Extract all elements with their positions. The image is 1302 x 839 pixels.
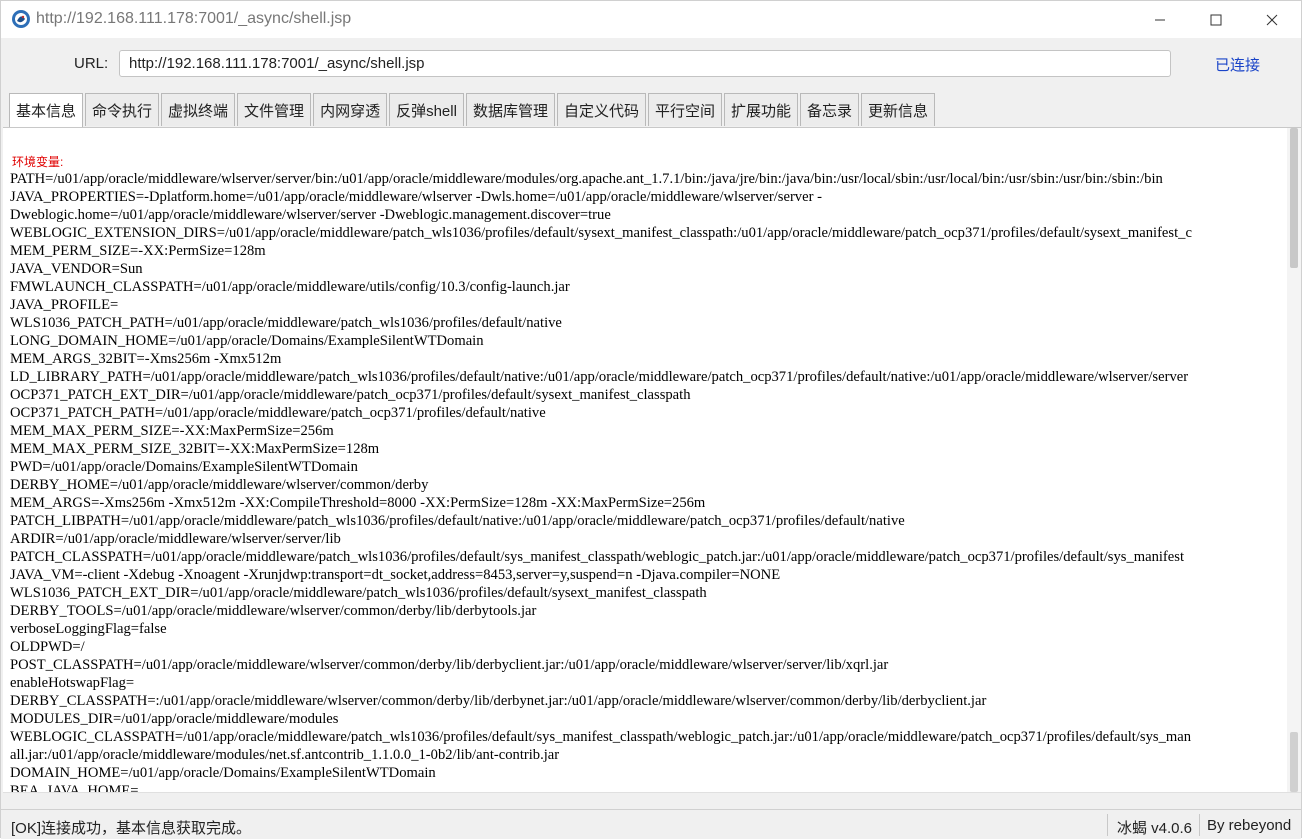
scrollbar-thumb[interactable]	[1290, 128, 1298, 268]
tab-7[interactable]: 自定义代码	[556, 93, 646, 126]
env-var-line: WLS1036_PATCH_EXT_DIR=/u01/app/oracle/mi…	[10, 585, 707, 601]
env-var-line: JAVA_PROPERTIES=-Dplatform.home=/u01/app…	[10, 189, 822, 205]
tab-10[interactable]: 备忘录	[800, 93, 860, 126]
title-bar[interactable]: http://192.168.111.178:7001/_async/shell…	[1, 1, 1301, 38]
env-vars-list: PATH=/u01/app/oracle/middleware/wlserver…	[10, 170, 1290, 808]
tab-3[interactable]: 文件管理	[237, 93, 312, 126]
url-label: URL:	[74, 55, 109, 72]
env-var-line: MEM_MAX_PERM_SIZE_32BIT=-XX:MaxPermSize=…	[10, 441, 380, 457]
tab-1[interactable]: 命令执行	[85, 93, 160, 126]
author-label: By rebeyond	[1207, 817, 1292, 834]
env-var-line: all.jar:/u01/app/oracle/middleware/modul…	[10, 747, 560, 763]
close-button[interactable]	[1243, 1, 1301, 38]
tab-5[interactable]: 反弹shell	[389, 93, 464, 126]
close-icon	[1266, 14, 1278, 25]
vertical-scrollbar[interactable]	[1287, 128, 1301, 792]
env-var-line: LONG_DOMAIN_HOME=/u01/app/oracle/Domains…	[10, 333, 484, 349]
env-var-line: POST_CLASSPATH=/u01/app/oracle/middlewar…	[10, 657, 889, 673]
env-var-line: PATCH_LIBPATH=/u01/app/oracle/middleware…	[10, 513, 905, 529]
tab-2[interactable]: 虚拟终端	[161, 93, 236, 126]
maximize-icon	[1210, 14, 1222, 25]
env-var-line: DERBY_HOME=/u01/app/oracle/middleware/wl…	[10, 477, 429, 493]
env-var-line: MODULES_DIR=/u01/app/oracle/middleware/m…	[10, 711, 339, 727]
env-var-line: DERBY_CLASSPATH=:/u01/app/oracle/middlew…	[10, 693, 987, 709]
env-var-line: JAVA_VM=-client -Xdebug -Xnoagent -Xrunj…	[10, 567, 781, 583]
connection-status: 已连接	[1215, 57, 1261, 74]
version-label: 冰蝎 v4.0.6	[1117, 820, 1193, 837]
status-divider	[1199, 814, 1200, 836]
env-var-line: enableHotswapFlag=	[10, 675, 135, 691]
url-input[interactable]	[119, 50, 1171, 77]
env-var-line: DOMAIN_HOME=/u01/app/oracle/Domains/Exam…	[10, 765, 436, 781]
scrollbar-thumb-lower[interactable]	[1290, 732, 1298, 792]
env-var-line: MEM_PERM_SIZE=-XX:PermSize=128m	[10, 243, 266, 259]
env-var-line: MEM_MAX_PERM_SIZE=-XX:MaxPermSize=256m	[10, 423, 334, 439]
env-var-line: OCP371_PATCH_EXT_DIR=/u01/app/oracle/mid…	[10, 387, 691, 403]
tab-8[interactable]: 平行空间	[647, 93, 722, 126]
env-var-line: JAVA_VENDOR=Sun	[10, 261, 143, 277]
scorpion-app-icon	[12, 10, 30, 28]
tab-4[interactable]: 内网穿透	[313, 93, 388, 126]
env-var-line: WEBLOGIC_CLASSPATH=/u01/app/oracle/middl…	[10, 729, 1191, 745]
env-var-line: LD_LIBRARY_PATH=/u01/app/oracle/middlewa…	[10, 369, 1189, 385]
app-window: http://192.168.111.178:7001/_async/shell…	[0, 0, 1302, 839]
tab-bar: 基本信息 命令执行 虚拟终端 文件管理 内网穿透 反弹shell 数据库管理 自定义代码 平行空…	[9, 93, 937, 127]
tab-11[interactable]: 更新信息	[861, 93, 936, 126]
status-divider	[1107, 814, 1108, 836]
info-panel: 环境变量: PATH=/u01/app/oracle/middleware/wl…	[3, 127, 1301, 808]
tab-6[interactable]: 数据库管理	[465, 93, 555, 126]
env-var-line: PATH=/u01/app/oracle/middleware/wlserver…	[10, 171, 1163, 187]
env-var-line: PATCH_CLASSPATH=/u01/app/oracle/middlewa…	[10, 549, 1184, 565]
env-var-line: OCP371_PATCH_PATH=/u01/app/oracle/middle…	[10, 405, 546, 421]
url-row: URL: 已连接	[1, 38, 1301, 90]
env-var-line: MEM_ARGS_32BIT=-Xms256m -Xmx512m	[10, 351, 282, 367]
minimize-button[interactable]	[1131, 1, 1189, 38]
env-var-line: Dweblogic.home=/u01/app/oracle/middlewar…	[10, 207, 611, 223]
tab-9[interactable]: 扩展功能	[723, 93, 798, 126]
maximize-button[interactable]	[1187, 1, 1245, 38]
env-var-line: ARDIR=/u01/app/oracle/middleware/wlserve…	[10, 531, 341, 547]
env-var-line: verboseLoggingFlag=false	[10, 621, 167, 637]
status-bar: [OK]连接成功，基本信息获取完成。 冰蝎 v4.0.6 By rebeyond	[1, 809, 1301, 839]
env-var-line: WLS1036_PATCH_PATH=/u01/app/oracle/middl…	[10, 315, 562, 331]
env-var-line: FMWLAUNCH_CLASSPATH=/u01/app/oracle/midd…	[10, 279, 570, 295]
env-vars-heading: 环境变量:	[12, 155, 64, 169]
horizontal-scrollbar[interactable]	[3, 792, 1301, 808]
tab-0[interactable]: 基本信息	[9, 93, 84, 127]
minimize-icon	[1155, 19, 1165, 20]
env-var-line: OLDPWD=/	[10, 639, 85, 655]
env-var-line: DERBY_TOOLS=/u01/app/oracle/middleware/w…	[10, 603, 537, 619]
env-var-line: WEBLOGIC_EXTENSION_DIRS=/u01/app/oracle/…	[10, 225, 1192, 241]
env-var-line: MEM_ARGS=-Xms256m -Xmx512m -XX:CompileTh…	[10, 495, 706, 511]
status-message: [OK]连接成功，基本信息获取完成。	[11, 820, 252, 837]
env-var-line: JAVA_PROFILE=	[10, 297, 119, 313]
window-title: http://192.168.111.178:7001/_async/shell…	[36, 10, 352, 27]
env-var-line: PWD=/u01/app/oracle/Domains/ExampleSilen…	[10, 459, 358, 475]
